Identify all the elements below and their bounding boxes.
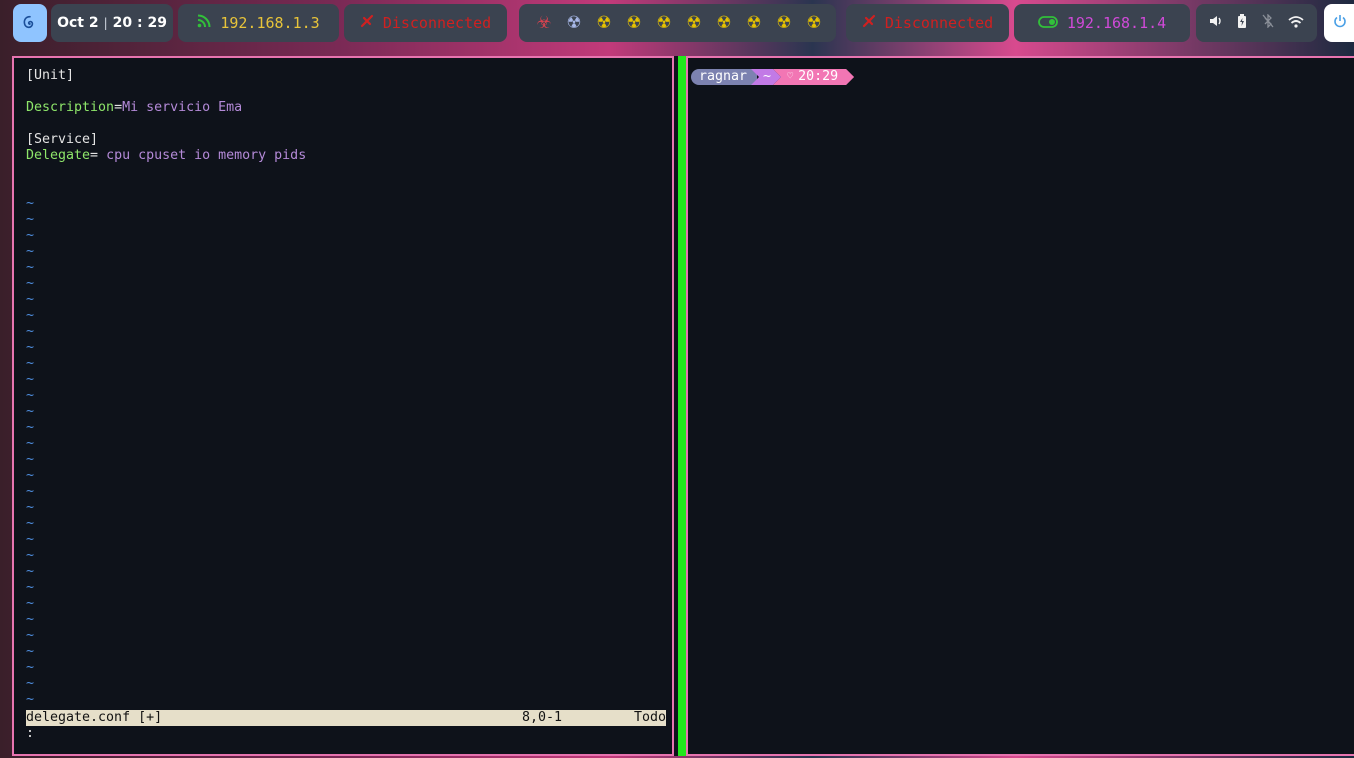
statusline-position: 8,0-1 [522,710,563,725]
buffer-line: Description=Mi servicio Ema [26,100,243,115]
tilde-marker: ~ [26,676,35,691]
vim-statusline: delegate.conf [+] 8,0-1 Todo [26,710,666,726]
buffer-line [26,164,306,180]
network-right-ip: 192.168.1.4 [1066,14,1167,32]
radiation-icon: ☢ [746,13,762,33]
shell-prompt: ragnar ~ ♡ 20:29 [691,69,854,85]
pane-divider[interactable] [678,56,686,756]
tilde-marker: ~ [26,196,35,211]
prompt-user-segment: ragnar [691,69,758,85]
buffer-line [26,84,306,100]
vpn-left-widget[interactable]: Disconnected [344,4,507,42]
prompt-dir: ~ [763,69,772,84]
statusline-filename: delegate.conf [+] [26,710,163,725]
clock-time: 20 : 29 [112,15,167,31]
wifi-icon[interactable] [1288,15,1304,32]
shell-terminal-pane[interactable]: ragnar ~ ♡ 20:29 [686,56,1354,756]
network-right-widget[interactable]: 192.168.1.4 [1014,4,1190,42]
tilde-marker: ~ [26,340,35,355]
tilde-marker: ~ [26,452,35,467]
tilde-marker: ~ [26,532,35,547]
network-left-ip: 192.168.1.3 [220,14,320,32]
tilde-marker: ~ [26,612,35,627]
tilde-marker: ~ [26,516,35,531]
top-bar: Oct 2 | 20 : 29 192.168.1.3 Disconnected… [0,0,1354,46]
buffer-line: [Service] [26,132,99,147]
tilde-marker: ~ [26,372,35,387]
tilde-marker: ~ [26,596,35,611]
tilde-marker: ~ [26,580,35,595]
tilde-marker: ~ [26,564,35,579]
bluetooth-off-icon[interactable] [1262,13,1274,32]
toggle-on-icon [1037,14,1058,32]
tilde-marker: ~ [26,644,35,659]
clock-widget[interactable]: Oct 2 | 20 : 29 [51,4,173,42]
tilde-marker: ~ [26,660,35,675]
tilde-marker: ~ [26,308,35,323]
unplug-icon [360,14,374,32]
distro-logo-button[interactable] [13,4,47,42]
empty-line-markers: ~ ~ ~ ~ ~ ~ ~ ~ ~ ~ ~ ~ ~ ~ ~ ~ ~ ~ ~ ~ ~ ~ ~ ~ ~ ~ ~ ~ ~ ~ ~ ~ [26,196,306,708]
power-icon [1333,14,1347,32]
tilde-marker: ~ [26,500,35,515]
radiation-icon: ☢ [656,13,672,33]
battery-icon[interactable] [1237,14,1247,32]
tilde-marker: ~ [26,212,35,227]
volume-icon[interactable] [1209,14,1223,32]
clock-separator: | [103,16,108,30]
prompt-user: ragnar [699,69,748,84]
radiation-icon: ☢ [566,13,582,33]
tilde-marker: ~ [26,292,35,307]
tilde-marker: ~ [26,228,35,243]
tilde-marker: ~ [26,484,35,499]
radiation-icon: ☢ [776,13,792,33]
radiation-icon: ☢ [626,13,642,33]
radiation-icon: ☢ [716,13,732,33]
network-left-widget[interactable]: 192.168.1.3 [178,4,339,42]
heart-icon: ♡ [787,71,794,82]
prompt-time: 20:29 [798,69,839,84]
tilde-marker: ~ [26,388,35,403]
tilde-marker: ~ [26,356,35,371]
buffer-line: Delegate= cpu cpuset io memory pids [26,148,307,163]
tilde-marker: ~ [26,420,35,435]
tilde-marker: ~ [26,628,35,643]
vim-terminal-pane[interactable]: [Unit] Description=Mi servicio Ema [Serv… [12,56,674,756]
tilde-marker: ~ [26,276,35,291]
radiation-icon: ☢ [686,13,702,33]
tilde-marker: ~ [26,324,35,339]
tilde-marker: ~ [26,468,35,483]
tilde-marker: ~ [26,260,35,275]
rss-icon [197,14,211,32]
buffer-line [26,180,306,196]
radiation-icon: ☢ [596,13,612,33]
debian-swirl-icon [23,15,34,29]
prompt-time-segment: ♡ 20:29 [773,69,854,85]
radiation-icon: ☢ [806,13,822,33]
power-button[interactable] [1324,4,1354,42]
vpn-right-widget[interactable]: Disconnected [846,4,1009,42]
tilde-marker: ~ [26,548,35,563]
tilde-marker: ~ [26,404,35,419]
buffer-line: [Unit] [26,68,75,83]
statusline-percent: Todo [633,710,666,725]
buffer-line [26,116,306,132]
biohazard-icon: ☣ [536,13,552,33]
clock-date: Oct 2 [57,15,99,31]
vpn-right-status: Disconnected [884,14,994,32]
tilde-marker: ~ [26,436,35,451]
vim-buffer[interactable]: [Unit] Description=Mi servicio Ema [Serv… [26,68,306,708]
unplug-icon [862,14,876,32]
vpn-left-status: Disconnected [382,14,492,32]
status-icons-widget: ☣ ☢ ☢ ☢ ☢ ☢ ☢ ☢ ☢ ☢ [519,4,836,42]
system-tray [1196,4,1317,42]
tilde-marker: ~ [26,244,35,259]
tilde-marker: ~ [26,692,35,707]
vim-command-line[interactable]: : [26,726,34,742]
